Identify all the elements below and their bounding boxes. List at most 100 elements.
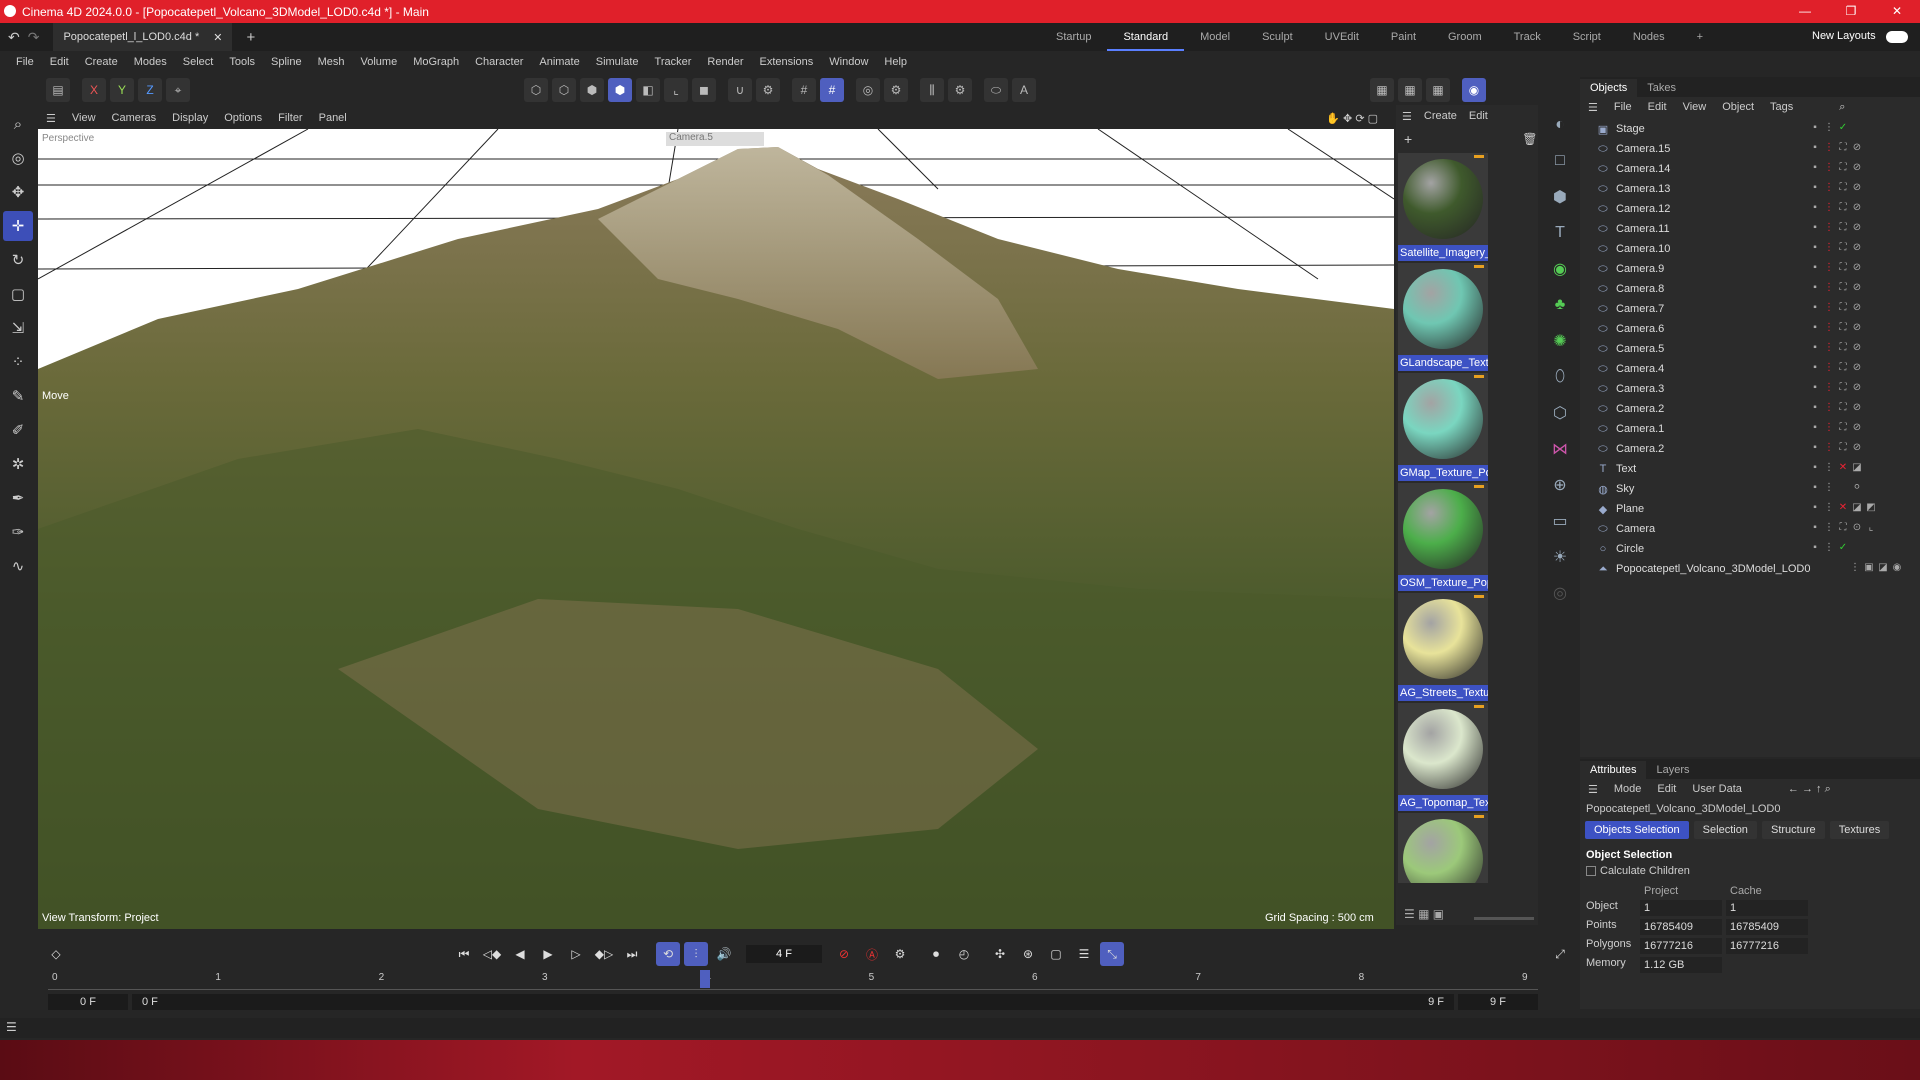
coordinate-system-icon[interactable]: ⌖ [166,78,190,102]
record-rotation-icon[interactable]: ◴ [952,942,976,966]
close-tab-icon[interactable]: ✕ [213,31,222,44]
loop-icon[interactable]: ⟲ [656,942,680,966]
section-textures[interactable]: Textures [1829,821,1890,839]
object-row-plane[interactable]: ◆ Plane ▪ ⋮ ✕ ◪ ◩ [1580,499,1920,519]
viewport-menu-filter[interactable]: Filter [270,112,310,124]
current-frame-field[interactable]: 4 F [746,945,822,963]
menu-character[interactable]: Character [467,56,531,68]
selection-tools-icon[interactable]: ✥ [3,177,33,207]
grid-icon[interactable]: # [792,78,816,102]
pen-tool-icon[interactable]: ✒ [3,483,33,513]
edit-render-settings-icon[interactable]: ▦ [1426,78,1450,102]
brush-tool-icon[interactable]: ✐ [3,415,33,445]
object-row-camera[interactable]: ⬭ Camera.3 ▪ ⋮ ⛶ ⊘ [1580,379,1920,399]
menu-simulate[interactable]: Simulate [588,56,647,68]
bend-deformer-icon[interactable]: ⋈ [1544,433,1576,465]
menu-extensions[interactable]: Extensions [751,56,821,68]
object-row-camera[interactable]: ⬭ Camera.1 ▪ ⋮ ⛶ ⊘ [1580,419,1920,439]
attribute-menu-edit[interactable]: Edit [1649,783,1684,795]
material-item[interactable]: GMap_Texture_Po [1398,373,1488,481]
section-selection[interactable]: Selection [1693,821,1757,839]
next-frame-icon[interactable]: ▷ [564,942,588,966]
viewport-menu-cameras[interactable]: Cameras [104,112,165,124]
new-layouts-label[interactable]: New Layouts [1812,30,1876,42]
add-layout-icon[interactable]: + [1681,23,1719,51]
field-object-icon[interactable]: ⬯ [1544,361,1576,393]
symmetry-icon[interactable]: ⫼ [920,78,944,102]
transform-tool-icon[interactable]: ⇲ [3,313,33,343]
workplane-icon[interactable]: # [820,78,844,102]
minimize-button[interactable]: — [1782,0,1828,23]
deformer-icon[interactable]: ✺ [1544,325,1576,357]
menu-create[interactable]: Create [77,56,126,68]
active-camera-label[interactable]: Camera.5 [666,132,764,146]
menu-help[interactable]: Help [876,56,915,68]
menu-mograph[interactable]: MoGraph [405,56,467,68]
object-menu-tags[interactable]: Tags [1762,101,1801,113]
undo-history-icon[interactable]: ▤ [46,78,70,102]
menu-animate[interactable]: Animate [531,56,587,68]
attribute-nav-icons[interactable]: ← → ↑ ⌕ [1780,783,1839,796]
redo-icon[interactable]: ↷ [28,29,40,46]
viewport-menu-options[interactable]: Options [216,112,270,124]
material-item[interactable]: Satellite_Imagery_ [1398,153,1488,261]
layout-tab-sculpt[interactable]: Sculpt [1246,23,1309,51]
tab-takes[interactable]: Takes [1637,79,1686,97]
layout-tab-nodes[interactable]: Nodes [1617,23,1681,51]
delete-material-icon[interactable]: 🗑 [1522,132,1537,146]
new-layouts-toggle[interactable] [1886,31,1908,43]
rotate-tool-icon[interactable]: ↻ [3,245,33,275]
object-row-camera[interactable]: ⬭ Camera.14 ▪ ⋮ ⛶ ⊘ [1580,159,1920,179]
add-tab-icon[interactable]: + [246,29,255,46]
object-menu-view[interactable]: View [1675,101,1715,113]
axis-x-button[interactable]: X [82,78,106,102]
null-object-icon[interactable]: ⬡ [1544,397,1576,429]
layout-tab-script[interactable]: Script [1557,23,1617,51]
render-settings-icon[interactable]: ⚙ [884,78,908,102]
viewport-menu-icon[interactable]: ☰ [38,112,64,125]
object-row-camera[interactable]: ⬭ Camera.8 ▪ ⋮ ⛶ ⊘ [1580,279,1920,299]
start-frame-field[interactable]: 0 F [48,994,128,1010]
generator-object-icon[interactable]: ◉ [1544,253,1576,285]
object-row-camera[interactable]: ⬭ Camera.9 ▪ ⋮ ⛶ ⊘ [1580,259,1920,279]
playback-mode-icon[interactable]: ⫶ [684,942,708,966]
tab-layers[interactable]: Layers [1646,761,1699,779]
sketch-tool-icon[interactable]: ∿ [3,551,33,581]
live-selection-icon[interactable]: ◎ [3,143,33,173]
search-icon[interactable]: ⌕ [3,109,33,139]
knife-tool-icon[interactable]: ✎ [3,381,33,411]
asset-icon[interactable]: A [1012,78,1036,102]
range-slider[interactable]: 0 F 9 F [132,994,1454,1010]
axis-mode-icon[interactable]: ⌞ [664,78,688,102]
object-menu-object[interactable]: Object [1714,101,1762,113]
material-menu-edit[interactable]: Edit [1463,110,1494,122]
object-row-camera[interactable]: ⬭ Camera.10 ▪ ⋮ ⛶ ⊘ [1580,239,1920,259]
record-icon[interactable]: ⊘ [832,942,856,966]
layout-tab-uvedit[interactable]: UVEdit [1309,23,1375,51]
menu-tools[interactable]: Tools [221,56,263,68]
mograph-cloner-icon[interactable]: ♣ [1544,289,1576,321]
undo-icon[interactable]: ↶ [8,29,20,46]
object-row-camera[interactable]: ⬭ Camera.15 ▪ ⋮ ⛶ ⊘ [1580,139,1920,159]
axis-z-button[interactable]: Z [138,78,162,102]
viewport-menu-view[interactable]: View [64,112,104,124]
attribute-menu-icon[interactable]: ☰ [1580,783,1606,796]
render-view-icon[interactable]: ▦ [1370,78,1394,102]
object-row-circle[interactable]: ○ Circle ▪ ⋮ ✓ [1580,539,1920,559]
object-menu-edit[interactable]: Edit [1640,101,1675,113]
object-row-camera[interactable]: ⬭ Camera.2 ▪ ⋮ ⛶ ⊘ [1580,399,1920,419]
snap-settings-icon[interactable]: ⚙ [756,78,780,102]
maximize-button[interactable]: ❐ [1828,0,1874,23]
object-row-camera[interactable]: ⬭ Camera.7 ▪ ⋮ ⛶ ⊘ [1580,299,1920,319]
add-material-icon[interactable]: + [1404,131,1412,147]
section-structure[interactable]: Structure [1762,821,1825,839]
object-row-camera[interactable]: ⬭ Camera.11 ▪ ⋮ ⛶ ⊘ [1580,219,1920,239]
object-row-camera[interactable]: ⬭ Camera.2 ▪ ⋮ ⛶ ⊘ [1580,439,1920,459]
tab-objects[interactable]: Objects [1580,79,1638,97]
material-item[interactable]: AG_Topomap_Text [1398,703,1488,811]
interpolation-icon[interactable]: ⤡ [1100,942,1124,966]
material-item[interactable]: AG_Streets_Textur [1398,593,1488,701]
previous-frame-icon[interactable]: ◀ [508,942,532,966]
soft-selection-icon[interactable]: ⁘ [3,347,33,377]
object-row-camera[interactable]: ⬭ Camera.6 ▪ ⋮ ⛶ ⊘ [1580,319,1920,339]
